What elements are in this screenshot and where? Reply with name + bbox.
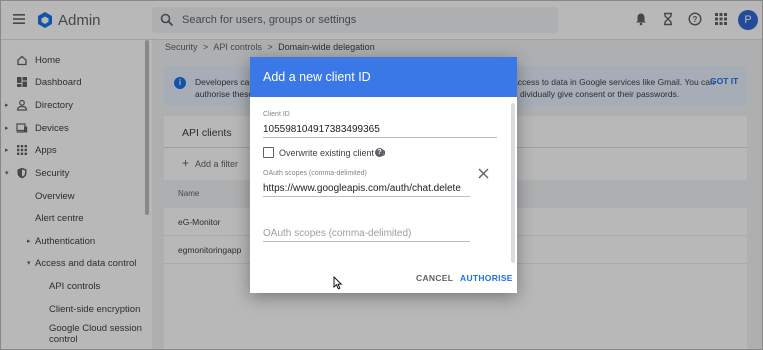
mouse-cursor-icon <box>333 276 343 290</box>
dialog-title: Add a new client ID <box>263 70 371 84</box>
dialog-header: Add a new client ID <box>250 57 517 97</box>
close-icon[interactable] <box>478 168 489 179</box>
client-id-underline <box>263 137 497 138</box>
client-id-label: Client ID <box>263 111 290 118</box>
dialog-scrollbar[interactable] <box>511 103 515 263</box>
overwrite-checkbox[interactable] <box>263 147 274 158</box>
oauth-scopes-underline <box>263 196 470 197</box>
oauth-scopes-label: OAuth scopes (comma-delimited) <box>263 170 367 177</box>
overwrite-label[interactable]: Overwrite existing client ID <box>279 148 386 158</box>
authorise-button[interactable]: AUTHORISE <box>460 273 513 283</box>
cancel-button[interactable]: CANCEL <box>416 273 453 283</box>
client-id-field[interactable]: 105598104917383499365 <box>263 124 380 135</box>
oauth-scopes-input-underline <box>263 241 470 242</box>
help-icon[interactable]: ? <box>375 148 384 157</box>
oauth-scopes-input[interactable]: OAuth scopes (comma-delimited) <box>263 228 411 239</box>
oauth-scopes-field[interactable]: https://www.googleapis.com/auth/chat.del… <box>263 183 461 194</box>
add-client-id-dialog: Add a new client ID Client ID 1055981049… <box>250 57 517 293</box>
